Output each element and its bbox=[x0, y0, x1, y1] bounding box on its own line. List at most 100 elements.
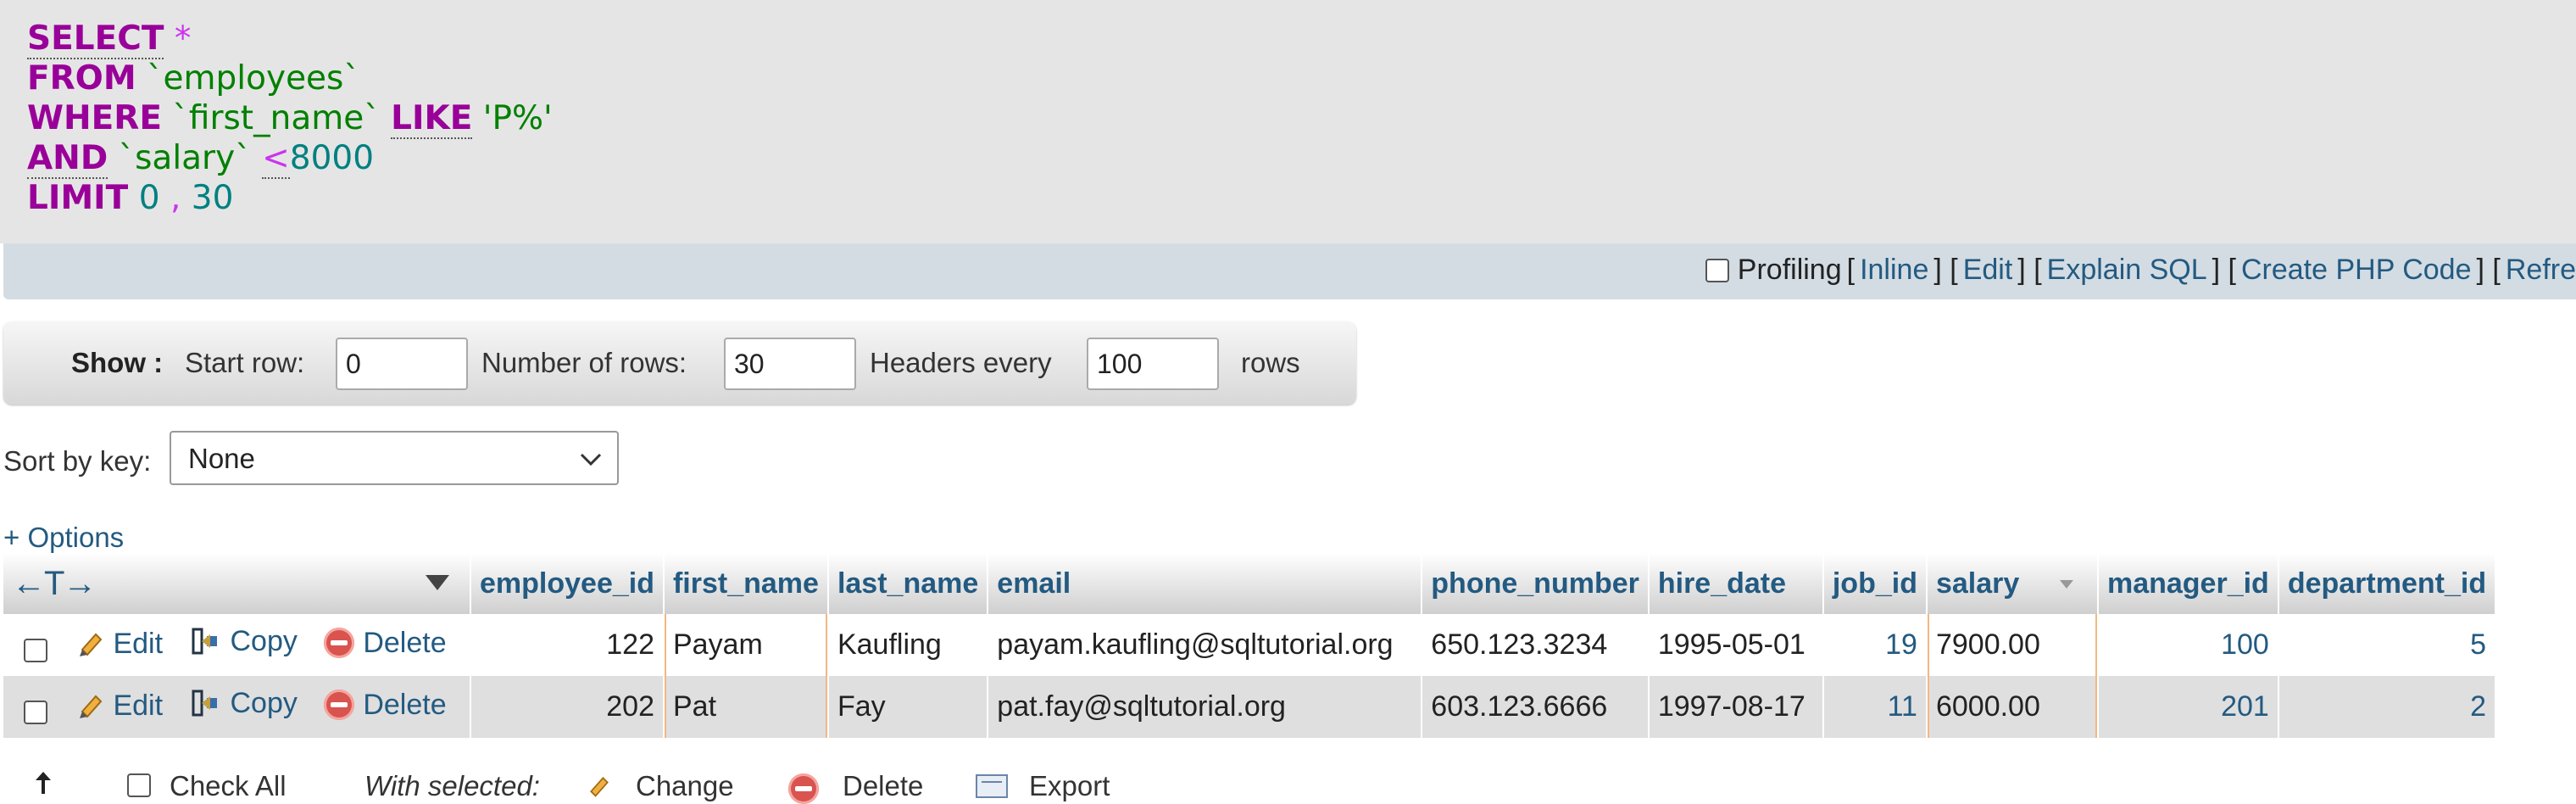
sql-query-panel: SELECT * FROM `employees` WHERE `first_n… bbox=[0, 0, 2576, 243]
cell-department-id[interactable]: 5 bbox=[2278, 614, 2497, 676]
show-rows-panel: Show : Start row: Number of rows: Header… bbox=[3, 321, 1356, 405]
cell-phone-number[interactable]: 650.123.3234 bbox=[1422, 614, 1650, 676]
column-header-salary-label: salary bbox=[1935, 567, 2020, 600]
cell-salary[interactable]: 6000.00 bbox=[1926, 676, 2099, 738]
refresh-link[interactable]: Refre bbox=[2506, 254, 2576, 287]
cell-employee-id[interactable]: 122 bbox=[470, 614, 665, 676]
column-header-employee-id[interactable]: employee_id bbox=[470, 553, 665, 614]
headers-every-input[interactable] bbox=[1087, 338, 1219, 390]
edit-row-button[interactable]: Edit bbox=[77, 628, 163, 661]
delete-row-button[interactable]: Delete bbox=[324, 627, 447, 660]
chevron-down-icon bbox=[580, 453, 602, 466]
sql-keyword-from: FROM bbox=[27, 59, 136, 98]
column-nav-header: ←T→ bbox=[3, 553, 471, 614]
sql-code: SELECT * FROM `employees` WHERE `first_n… bbox=[27, 19, 553, 218]
sql-line-3: WHERE `first_name` LIKE 'P%' bbox=[27, 98, 553, 139]
copy-row-button[interactable]: Copy bbox=[190, 686, 298, 720]
sql-keyword-where: WHERE bbox=[27, 99, 162, 137]
cell-phone-number[interactable]: 603.123.6666 bbox=[1422, 676, 1650, 738]
delete-icon bbox=[324, 690, 355, 720]
explain-sql-link[interactable]: Explain SQL bbox=[2047, 254, 2207, 287]
row-checkbox[interactable] bbox=[24, 639, 47, 663]
cell-email[interactable]: payam.kaufling@sqltutorial.org bbox=[988, 614, 1423, 676]
profiling-checkbox[interactable] bbox=[1705, 258, 1729, 282]
table-row: Edit Copy Delete 202 Pat Fay pat.fay@sql… bbox=[3, 676, 2497, 738]
check-all-checkbox[interactable] bbox=[127, 773, 151, 797]
copy-row-button[interactable]: Copy bbox=[190, 624, 298, 658]
column-header-email[interactable]: email bbox=[988, 553, 1423, 614]
sql-keyword-limit: LIMIT bbox=[27, 179, 129, 217]
table-row: Edit Copy Delete 122 Payam Kaufling paya… bbox=[3, 614, 2497, 676]
cell-job-id[interactable]: 11 bbox=[1822, 676, 1928, 738]
change-selected-button[interactable]: Change bbox=[636, 770, 734, 802]
cell-last-name[interactable]: Kaufling bbox=[827, 614, 989, 676]
row-actions: Edit Copy Delete bbox=[3, 614, 471, 676]
sql-line-5: LIMIT 0 , 30 bbox=[27, 178, 553, 218]
arrow-up-icon bbox=[36, 772, 51, 794]
column-header-phone-number[interactable]: phone_number bbox=[1422, 553, 1650, 614]
cell-job-id[interactable]: 19 bbox=[1822, 614, 1928, 676]
pencil-icon bbox=[590, 777, 609, 797]
cell-first-name[interactable]: Pat bbox=[663, 676, 829, 738]
sql-keyword-and[interactable]: AND bbox=[27, 139, 108, 179]
sql-keyword-select[interactable]: SELECT bbox=[27, 20, 164, 59]
column-menu-triangle-icon[interactable] bbox=[424, 573, 451, 592]
table-header-row: ←T→ employee_id first_name last_name ema… bbox=[3, 553, 2497, 614]
column-header-department-id[interactable]: department_id bbox=[2278, 553, 2497, 614]
cell-hire-date[interactable]: 1997-08-17 bbox=[1648, 676, 1824, 738]
show-label: Show : bbox=[71, 347, 164, 378]
number-of-rows-label: Number of rows: bbox=[481, 347, 687, 378]
row-checkbox[interactable] bbox=[24, 701, 47, 725]
number-of-rows-input[interactable] bbox=[724, 338, 856, 390]
sort-descending-icon[interactable] bbox=[2058, 578, 2075, 590]
copy-icon bbox=[192, 690, 217, 717]
sql-line-1: SELECT * bbox=[27, 19, 553, 59]
sort-by-key-value: None bbox=[188, 443, 255, 474]
check-all-label[interactable]: Check All bbox=[170, 770, 287, 802]
delete-selected-button[interactable]: Delete bbox=[843, 770, 923, 802]
sort-by-key-select[interactable]: None bbox=[170, 431, 619, 485]
sql-keyword-like[interactable]: LIKE bbox=[391, 99, 473, 139]
sql-table-name: `employees` bbox=[147, 59, 360, 98]
delete-icon bbox=[324, 628, 355, 658]
query-toolbar-links: Profiling [Inline] [Edit] [Explain SQL] … bbox=[1705, 254, 2576, 287]
inline-edit-link[interactable]: Inline bbox=[1860, 254, 1928, 287]
cell-manager-id[interactable]: 100 bbox=[2097, 614, 2279, 676]
cell-employee-id[interactable]: 202 bbox=[470, 676, 665, 738]
export-icon bbox=[976, 774, 1008, 798]
edit-query-link[interactable]: Edit bbox=[1963, 254, 2013, 287]
copy-label: Copy bbox=[230, 686, 298, 719]
cell-department-id[interactable]: 2 bbox=[2278, 676, 2497, 738]
sql-operator-star: * bbox=[174, 20, 192, 58]
column-header-manager-id[interactable]: manager_id bbox=[2097, 553, 2279, 614]
start-row-label: Start row: bbox=[185, 347, 305, 378]
copy-icon bbox=[192, 628, 217, 655]
cell-last-name[interactable]: Fay bbox=[827, 676, 989, 738]
pencil-icon bbox=[80, 695, 103, 718]
options-toggle-link[interactable]: + Options bbox=[3, 522, 124, 554]
cell-first-name[interactable]: Payam bbox=[663, 614, 829, 676]
sql-column-first-name: `first_name` bbox=[172, 99, 381, 137]
cell-salary[interactable]: 7900.00 bbox=[1926, 614, 2099, 676]
sql-operator-lt[interactable]: < bbox=[262, 139, 290, 179]
sql-limit-count: 30 bbox=[191, 179, 234, 217]
sql-line-2: FROM `employees` bbox=[27, 59, 553, 98]
pencil-icon bbox=[80, 633, 103, 656]
column-header-salary[interactable]: salary bbox=[1926, 553, 2099, 614]
rows-label: rows bbox=[1241, 347, 1300, 378]
column-header-last-name[interactable]: last_name bbox=[827, 553, 989, 614]
column-header-job-id[interactable]: job_id bbox=[1822, 553, 1928, 614]
delete-icon bbox=[788, 773, 819, 804]
export-selected-button[interactable]: Export bbox=[1029, 770, 1110, 802]
column-header-hire-date[interactable]: hire_date bbox=[1648, 553, 1824, 614]
cell-email[interactable]: pat.fay@sqltutorial.org bbox=[988, 676, 1423, 738]
start-row-input[interactable] bbox=[336, 338, 468, 390]
cell-hire-date[interactable]: 1995-05-01 bbox=[1648, 614, 1824, 676]
edit-row-button[interactable]: Edit bbox=[77, 690, 163, 723]
edit-label: Edit bbox=[113, 689, 164, 722]
create-php-code-link[interactable]: Create PHP Code bbox=[2241, 254, 2472, 287]
column-nav-arrows-icon[interactable]: ←T→ bbox=[12, 565, 97, 602]
column-header-first-name[interactable]: first_name bbox=[663, 553, 829, 614]
delete-row-button[interactable]: Delete bbox=[324, 689, 447, 722]
cell-manager-id[interactable]: 201 bbox=[2097, 676, 2279, 738]
